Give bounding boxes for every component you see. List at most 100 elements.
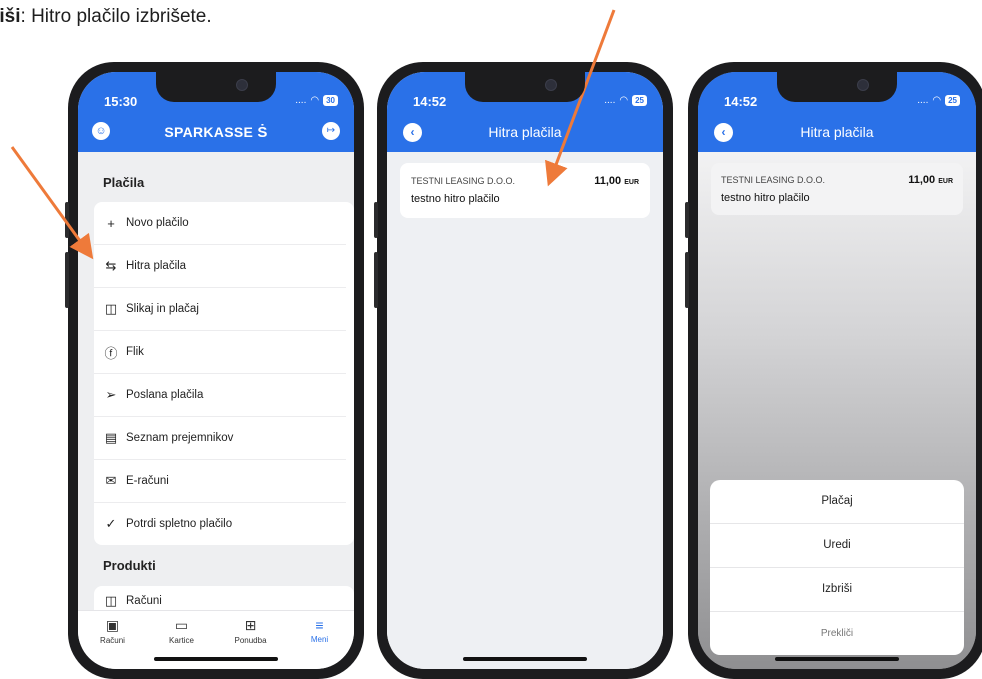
tab-label: Ponudba: [234, 636, 267, 645]
status-icons: .... ◠ 25: [604, 95, 647, 106]
logout-button[interactable]: ↦: [322, 122, 340, 140]
amount-currency: EUR: [624, 179, 639, 186]
app-header: 15:30 .... ◠ 30 ☺ SPARKASSE Ṡ ↦: [78, 72, 354, 152]
quick-payment-item[interactable]: TESTNI LEASING D.O.O. testno hitro plači…: [711, 163, 963, 215]
payment-description: testno hitro plačilo: [411, 193, 500, 205]
home-indicator: [154, 657, 278, 661]
menu-item-icon: ⓕ: [104, 345, 118, 361]
tab-0[interactable]: ▣ Računi: [78, 611, 147, 669]
sparkasse-s-icon: Ṡ: [257, 124, 268, 141]
side-button: [374, 252, 378, 308]
phone-action-sheet: 14:52 .... ◠ 25 ‹ Hitra plačila TESTNI LEA…: [685, 62, 982, 679]
notch: [465, 72, 585, 102]
phone-menu: 15:30 .... ◠ 30 ☺ SPARKASSE Ṡ ↦ Plačila + N…: [65, 62, 364, 679]
section-title-products: Produkti: [103, 558, 156, 573]
page-title: Hitra plačila: [800, 124, 874, 140]
action-pay-button[interactable]: Plačaj: [710, 480, 964, 524]
menu-item-label: Hitra plačila: [126, 260, 187, 272]
menu-item-7[interactable]: ✓ Potrdi spletno plačilo: [94, 503, 346, 545]
app-header: 14:52 .... ◠ 25 ‹ Hitra plačila: [698, 72, 976, 152]
menu-item-label: Novo plačilo: [126, 217, 189, 229]
tab-label: Kartice: [169, 636, 194, 645]
screen-menu: 15:30 .... ◠ 30 ☺ SPARKASSE Ṡ ↦ Plačila + N…: [78, 72, 354, 669]
tab-icon: ⊞: [244, 617, 257, 633]
status-icons: .... ◠ 25: [917, 95, 960, 106]
status-time: 14:52: [413, 94, 447, 109]
logout-icon: ↦: [326, 125, 336, 136]
wifi-icon: ◠: [310, 95, 320, 106]
payment-amount: 11,00 EUR: [908, 174, 953, 186]
menu-item-1[interactable]: ⇆ Hitra plačila: [94, 245, 346, 288]
tab-icon: ≡: [315, 617, 324, 633]
menu-item-label: Računi: [126, 595, 162, 607]
action-delete-button[interactable]: Izbriši: [710, 568, 964, 612]
instruction-rest: : Hitro plačilo izbrišete.: [20, 6, 212, 27]
menu-item-label: Seznam prejemnikov: [126, 432, 234, 444]
home-indicator: [775, 657, 899, 661]
screen-quick-payments: 14:52 .... ◠ 25 ‹ Hitra plačila TESTNI LEA…: [387, 72, 663, 669]
camera: [857, 79, 869, 91]
page-title: Hitra plačila: [488, 124, 562, 140]
payee-name: TESTNI LEASING D.O.O.: [411, 176, 516, 186]
action-sheet: Plačaj Uredi Izbriši Prekliči: [710, 480, 964, 655]
tab-3[interactable]: ≡ Meni: [285, 611, 354, 669]
section-title-payments: Plačila: [103, 175, 145, 190]
wifi-icon: ◠: [619, 95, 629, 106]
side-button: [685, 202, 689, 238]
battery-icon: 25: [945, 95, 960, 106]
menu-item-label: Potrdi spletno plačilo: [126, 518, 233, 530]
menu-item-label: Slikaj in plačaj: [126, 303, 199, 315]
payment-description: testno hitro plačilo: [721, 192, 810, 204]
battery-icon: 25: [632, 95, 647, 106]
camera: [545, 79, 557, 91]
tab-label: Računi: [100, 636, 125, 645]
signal-icon: ....: [295, 95, 307, 106]
signal-icon: ....: [604, 95, 616, 106]
side-button: [685, 252, 689, 308]
home-indicator: [463, 657, 587, 661]
accounts-icon: ◫: [104, 593, 118, 608]
side-button: [65, 252, 69, 308]
menu-item-icon: ✉: [105, 473, 117, 488]
tab-icon: ▭: [174, 617, 189, 633]
action-edit-button[interactable]: Uredi: [710, 524, 964, 568]
instruction-text: riši: Hitro plačilo izbrišete.: [0, 6, 212, 28]
battery-icon: 30: [323, 95, 338, 106]
action-cancel-button[interactable]: Prekliči: [710, 612, 964, 655]
camera: [236, 79, 248, 91]
menu-item-5[interactable]: ▤ Seznam prejemnikov: [94, 417, 346, 460]
menu-item-0[interactable]: + Novo plačilo: [94, 202, 346, 245]
tab-icon: ▣: [105, 617, 120, 633]
quick-payment-item[interactable]: TESTNI LEASING D.O.O. testno hitro plači…: [400, 163, 650, 218]
app-header: 14:52 .... ◠ 25 ‹ Hitra plačila: [387, 72, 663, 152]
brand-logo: SPARKASSE Ṡ: [78, 124, 354, 141]
status-time: 15:30: [104, 94, 138, 109]
instruction-bold: riši: [0, 6, 21, 27]
menu-item-2[interactable]: ◫ Slikaj in plačaj: [94, 288, 346, 331]
menu-item-icon: +: [107, 215, 115, 231]
menu-item-3[interactable]: ⓕ Flik: [94, 331, 346, 374]
phone-quick-payments: 14:52 .... ◠ 25 ‹ Hitra plačila TESTNI LEA…: [374, 62, 673, 679]
wifi-icon: ◠: [932, 95, 942, 106]
payments-menu: + Novo plačilo ⇆ Hitra plačila ◫ Slikaj in pl…: [94, 202, 354, 545]
payee-name: TESTNI LEASING D.O.O.: [721, 175, 826, 185]
side-button: [65, 202, 69, 238]
tab-label: Meni: [310, 635, 329, 644]
amount-value: 11,00: [908, 174, 936, 186]
signal-icon: ....: [917, 95, 929, 106]
status-time: 14:52: [724, 94, 758, 109]
notch: [777, 72, 897, 102]
amount-currency: EUR: [938, 178, 953, 185]
menu-item-icon: ◫: [104, 301, 118, 316]
menu-item-icon: ✓: [105, 516, 117, 531]
menu-item-icon: ➢: [105, 387, 117, 402]
screen-action-sheet: 14:52 .... ◠ 25 ‹ Hitra plačila TESTNI LEA…: [698, 72, 976, 669]
amount-value: 11,00: [594, 175, 622, 187]
side-button: [374, 202, 378, 238]
menu-item-6[interactable]: ✉ E-računi: [94, 460, 346, 503]
menu-item-label: Flik: [126, 346, 144, 358]
status-icons: .... ◠ 30: [295, 95, 338, 106]
menu-item-label: E-računi: [126, 475, 169, 487]
menu-item-4[interactable]: ➢ Poslana plačila: [94, 374, 346, 417]
notch: [156, 72, 276, 102]
